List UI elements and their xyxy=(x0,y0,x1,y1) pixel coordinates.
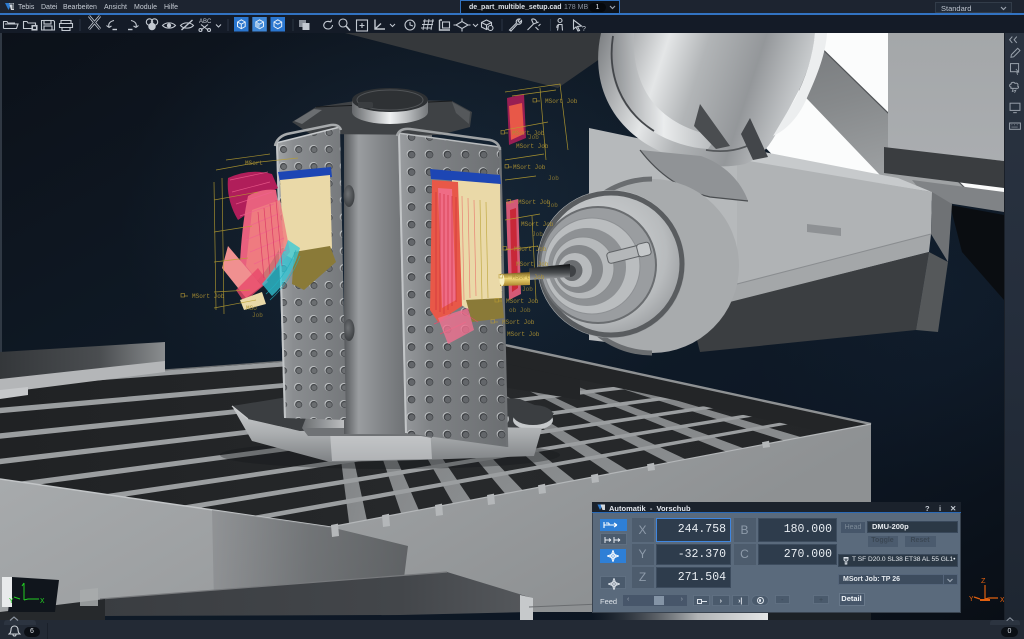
svg-text:MSort Job: MSort Job xyxy=(506,298,539,305)
svg-text:MSort Job: MSort Job xyxy=(518,199,551,206)
svg-text:MSort Job: MSort Job xyxy=(507,331,540,338)
svg-text:MSo: MSo xyxy=(246,305,257,312)
svg-text:?: ? xyxy=(582,26,586,33)
svg-text:MSort Job: MSort Job xyxy=(545,98,578,105)
svg-text:Job: Job xyxy=(548,175,559,182)
svg-text:Y: Y xyxy=(969,596,974,604)
svg-text:ob Job: ob Job xyxy=(509,307,531,314)
svg-text:X: X xyxy=(40,598,45,606)
svg-text:MSort Job: MSort Job xyxy=(512,274,545,281)
svg-text:ABC: ABC xyxy=(199,19,212,25)
svg-text:MSort: MSort xyxy=(245,160,263,167)
svg-text:MSort Job: MSort Job xyxy=(514,246,547,253)
svg-text:Job: Job xyxy=(532,231,543,238)
svg-text:Z: Z xyxy=(981,578,986,586)
svg-text:Y: Y xyxy=(9,598,14,606)
svg-text:MSort Job: MSort Job xyxy=(192,293,225,300)
svg-text:Job: Job xyxy=(252,312,263,319)
svg-text:Job: Job xyxy=(522,286,533,293)
svg-text:Job: Job xyxy=(528,134,539,141)
svg-text:MSort Job: MSort Job xyxy=(516,143,549,150)
svg-text:MSort Job: MSort Job xyxy=(521,221,554,228)
svg-text:Job: Job xyxy=(547,202,558,209)
svg-text:MSort Job: MSort Job xyxy=(502,319,535,326)
svg-text:MSort Job: MSort Job xyxy=(513,164,546,171)
svg-text:MSort Job: MSort Job xyxy=(516,261,549,268)
